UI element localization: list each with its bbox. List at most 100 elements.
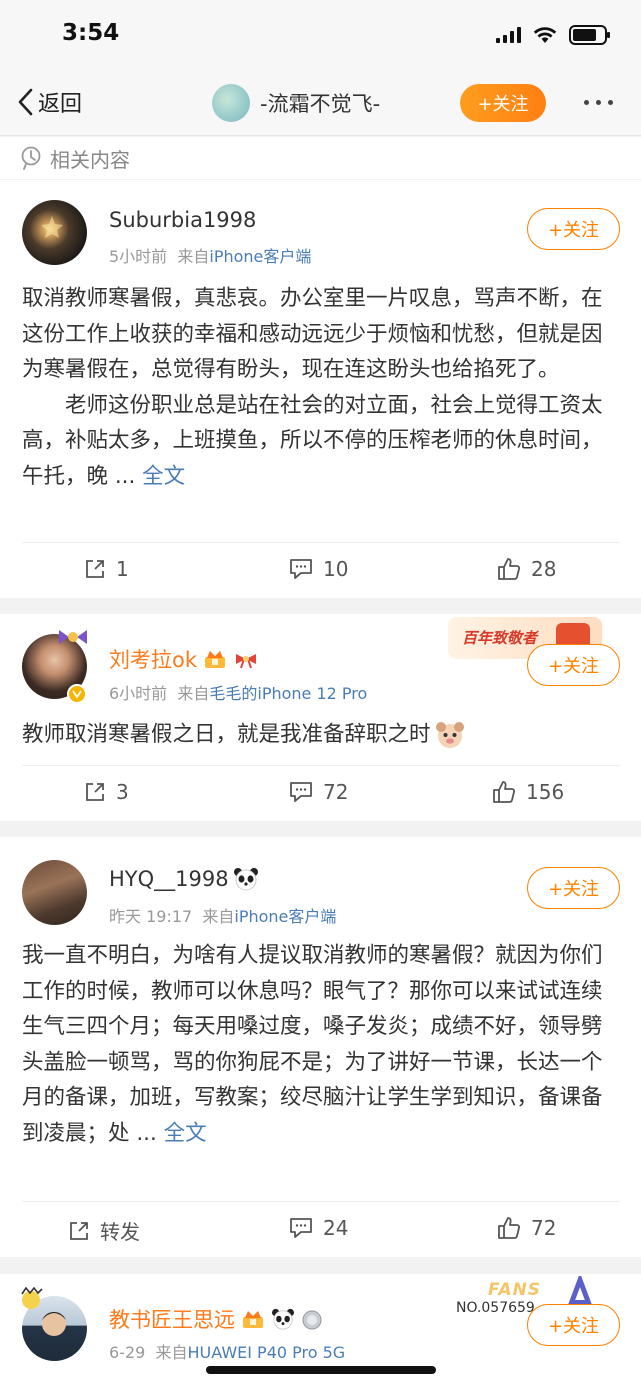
- repost-button[interactable]: 1: [84, 557, 129, 581]
- wifi-icon: [533, 27, 557, 43]
- repost-count: 1: [116, 557, 129, 581]
- post-meta: 6小时前 来自毛毛的iPhone 12 Pro: [109, 680, 367, 704]
- related-label: 相关内容: [50, 147, 130, 172]
- follow-button[interactable]: +关注: [527, 208, 620, 250]
- post-content: 取消教师寒暑假，真悲哀。办公室里一片叹息，骂声不断，在这份工作上收获的幸福和感动…: [22, 281, 620, 494]
- avatar[interactable]: [22, 860, 87, 925]
- post-content: 教师取消寒暑假之日，就是我准备辞职之时: [22, 717, 620, 753]
- comment-count: 72: [323, 780, 349, 804]
- thumbs-up-icon: [493, 781, 516, 803]
- share-icon: [86, 560, 104, 578]
- post-text: 取消教师寒暑假，真悲哀。办公室里一片叹息，骂声不断，在这份工作上收获的幸福和感动…: [22, 286, 603, 489]
- post-source[interactable]: 毛毛的iPhone 12 Pro: [209, 684, 367, 703]
- username-text: 刘考拉ok: [109, 648, 198, 672]
- post-actions: 3 72 156: [22, 765, 620, 821]
- fans-number: NO.057659: [456, 1300, 535, 1316]
- comment-button[interactable]: 10: [289, 557, 348, 581]
- post-time: 5小时前: [109, 247, 168, 266]
- repost-button[interactable]: 3: [84, 780, 129, 804]
- like-count: 156: [526, 780, 565, 804]
- username[interactable]: HYQ__1998: [109, 867, 259, 891]
- comment-button[interactable]: 72: [289, 780, 348, 804]
- home-indicator: [206, 1366, 436, 1374]
- post-actions: 1 10 28: [22, 542, 620, 598]
- related-header: 相关内容: [0, 137, 641, 179]
- username[interactable]: 刘考拉ok: [109, 644, 259, 674]
- crown-badge-icon: [205, 651, 226, 668]
- full-text-link[interactable]: 全文: [142, 464, 185, 489]
- repost-count: 3: [116, 780, 129, 804]
- banner-text: 百年致敬者: [462, 629, 538, 647]
- repost-button[interactable]: 转发: [68, 1216, 140, 1245]
- username[interactable]: 教书匠王思远: [109, 1304, 323, 1334]
- panda-icon: [233, 868, 258, 891]
- from-label: 来自: [202, 907, 235, 926]
- post-meta: 5小时前 来自iPhone客户端: [109, 243, 311, 267]
- comment-count: 24: [323, 1216, 349, 1240]
- chevron-left-icon: [18, 88, 33, 116]
- verified-badge-icon: [67, 684, 87, 704]
- back-label: 返回: [38, 92, 83, 117]
- post-time: 6小时前: [109, 684, 168, 703]
- follow-button[interactable]: +关注: [527, 644, 620, 686]
- comment-icon: [290, 1218, 312, 1238]
- from-label: 来自: [177, 247, 210, 266]
- more-options-icon[interactable]: [584, 100, 613, 105]
- like-count: 28: [531, 557, 557, 581]
- full-text-link[interactable]: 全文: [164, 1121, 207, 1146]
- username[interactable]: Suburbia1998: [109, 208, 256, 232]
- medal-icon: [302, 1310, 322, 1330]
- like-button[interactable]: 28: [497, 557, 556, 581]
- post-actions: 转发 24 72: [22, 1201, 620, 1257]
- username-text: HYQ__1998: [109, 867, 229, 891]
- username-text: 教书匠王思远: [109, 1308, 235, 1332]
- thumbs-up-icon: [498, 1217, 521, 1239]
- related-icon: [21, 146, 41, 170]
- status-icons: [496, 25, 610, 45]
- thumbs-up-icon: [498, 558, 521, 580]
- comment-count: 10: [323, 557, 349, 581]
- comment-button[interactable]: 24: [289, 1216, 348, 1240]
- post-card: 刘考拉ok 6小时前 来自毛毛的iPhone 12 Pro 百年致敬者 +关注 …: [0, 614, 641, 821]
- post-card: Suburbia1998 5小时前 来自iPhone客户端 +关注 取消教师寒暑…: [0, 180, 641, 598]
- back-button[interactable]: 返回: [16, 86, 82, 118]
- nav-bar: 返回 -流霜不觉飞- +关注: [0, 72, 641, 136]
- fans-label: FANS: [488, 1280, 542, 1300]
- emoji-icon: [435, 721, 464, 748]
- nav-user[interactable]: -流霜不觉飞-: [212, 84, 380, 122]
- like-button[interactable]: 156: [492, 780, 564, 804]
- post-time: 昨天 19:17: [109, 907, 193, 926]
- share-icon: [86, 783, 104, 801]
- like-button[interactable]: 72: [497, 1216, 556, 1240]
- status-bar: 3:54: [0, 0, 641, 72]
- panda-icon: [272, 1308, 294, 1330]
- post-meta: 昨天 19:17 来自iPhone客户端: [109, 903, 336, 927]
- post-meta: 6-29 来自HUAWEI P40 Pro 5G: [109, 1339, 345, 1363]
- post-source[interactable]: iPhone客户端: [234, 907, 336, 926]
- follow-button[interactable]: +关注: [527, 867, 620, 909]
- nav-follow-button[interactable]: +关注: [460, 84, 546, 122]
- avatar-decoration-icon: [56, 626, 90, 648]
- comment-icon: [290, 559, 312, 579]
- repost-label: 转发: [100, 1220, 140, 1244]
- battery-icon: [569, 25, 610, 45]
- avatar-decoration-icon: [16, 1286, 46, 1312]
- post-source[interactable]: iPhone客户端: [209, 247, 311, 266]
- post-time: 6-29: [109, 1343, 146, 1362]
- cellular-signal-icon: [496, 27, 521, 43]
- post-text: 我一直不明白，为啥有人提议取消教师的寒暑假？就因为你们工作的时候，教师可以休息吗…: [22, 943, 603, 1146]
- from-label: 来自: [177, 684, 210, 703]
- status-time: 3:54: [62, 20, 120, 46]
- like-count: 72: [531, 1216, 557, 1240]
- follow-button[interactable]: +关注: [527, 1304, 620, 1346]
- share-icon: [70, 1221, 88, 1240]
- crown-badge-icon: [243, 1311, 263, 1328]
- comment-icon: [290, 782, 312, 802]
- post-card: HYQ__1998 昨天 19:17 来自iPhone客户端 +关注 我一直不明…: [0, 837, 641, 1257]
- avatar[interactable]: [22, 200, 87, 265]
- post-content: 我一直不明白，为啥有人提议取消教师的寒暑假？就因为你们工作的时候，教师可以休息吗…: [22, 938, 620, 1151]
- nav-title: -流霜不觉飞-: [260, 92, 381, 116]
- post-source[interactable]: HUAWEI P40 Pro 5G: [188, 1343, 346, 1362]
- nav-avatar: [212, 84, 250, 122]
- post-text: 教师取消寒暑假之日，就是我准备辞职之时: [22, 722, 431, 747]
